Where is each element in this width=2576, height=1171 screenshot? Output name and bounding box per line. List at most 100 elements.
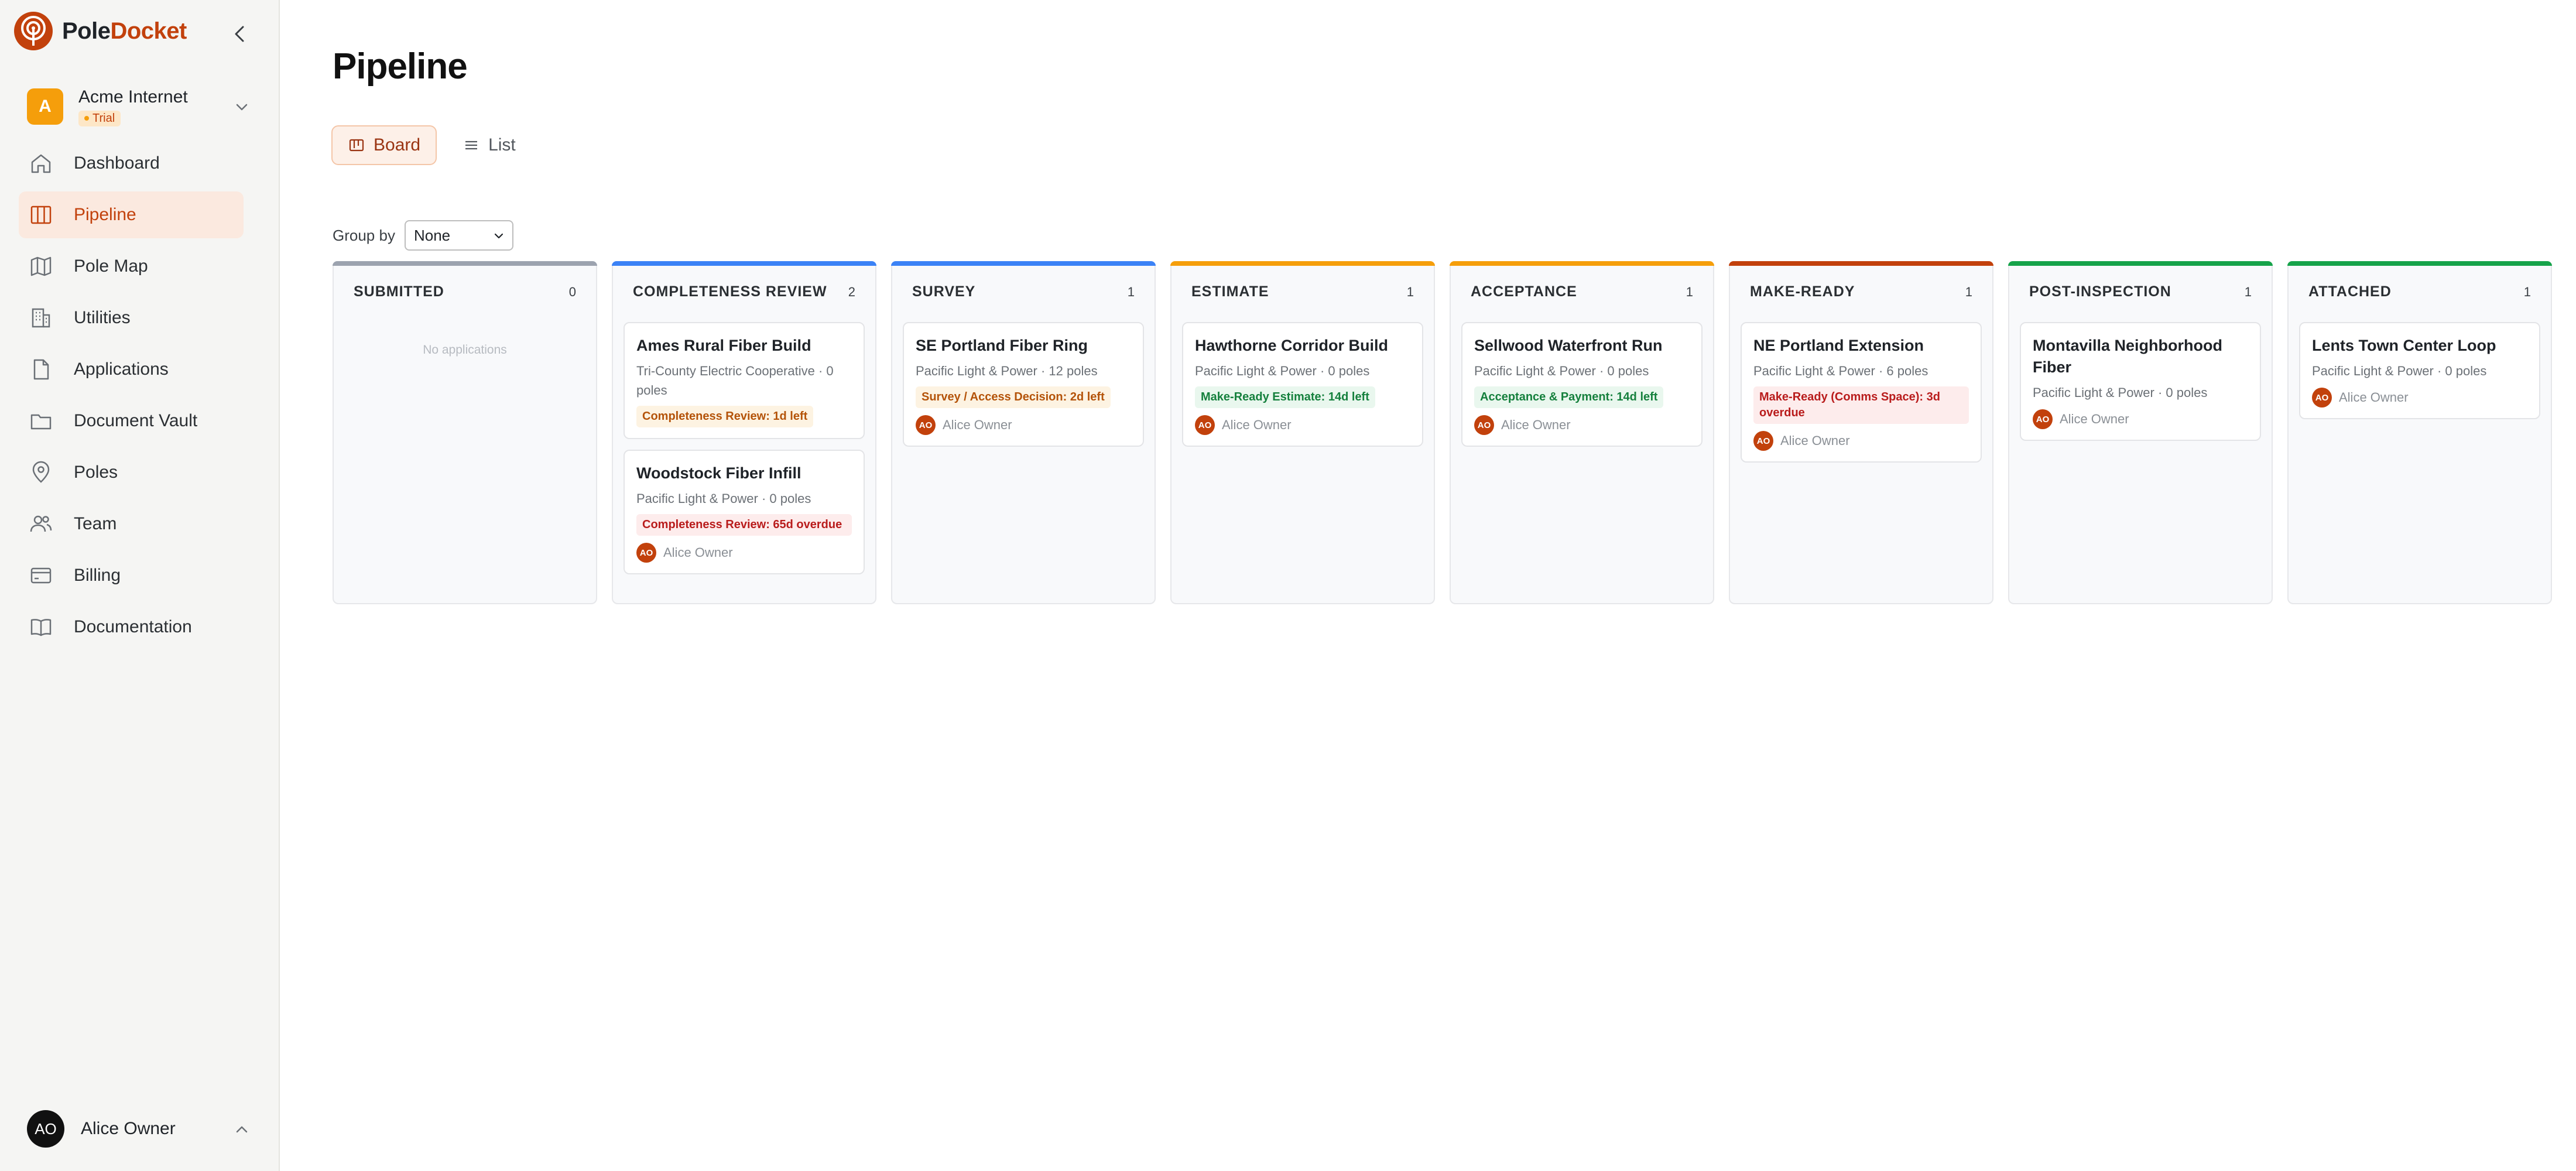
pipeline-column: MAKE-READY 1 NE Portland Extension Pacific … bbox=[1729, 261, 1993, 604]
column-header: ESTIMATE 1 bbox=[1191, 283, 1414, 300]
pipeline-column: ESTIMATE 1 Hawthorne Corridor Build Pacific… bbox=[1170, 261, 1435, 604]
card-list: Hawthorne Corridor Build Pacific Light & … bbox=[1182, 322, 1423, 457]
tab-list[interactable]: List bbox=[447, 125, 531, 165]
credit-card-icon bbox=[30, 567, 52, 584]
column-title: SUBMITTED bbox=[354, 283, 444, 300]
card-owner: AO Alice Owner bbox=[2312, 388, 2527, 408]
column-title: SURVEY bbox=[912, 283, 976, 300]
chevron-up-icon bbox=[236, 1126, 248, 1133]
column-header: SUBMITTED 0 bbox=[354, 283, 576, 300]
sidebar-item-documentation[interactable]: Documentation bbox=[19, 604, 244, 650]
avatar: AO bbox=[27, 1110, 64, 1148]
home-icon bbox=[31, 154, 51, 173]
owner-avatar: AO bbox=[636, 543, 656, 563]
column-count: 1 bbox=[1127, 284, 1135, 299]
column-count: 2 bbox=[848, 284, 855, 299]
sidebar-item-document-vault[interactable]: Document Vault bbox=[19, 398, 244, 444]
column-color-bar bbox=[891, 261, 1156, 266]
column-count: 0 bbox=[568, 284, 576, 299]
application-card[interactable]: NE Portland Extension Pacific Light & Pow… bbox=[1741, 322, 1982, 463]
card-owner: AO Alice Owner bbox=[636, 543, 852, 563]
card-owner: AO Alice Owner bbox=[1753, 431, 1969, 451]
sidebar-item-billing[interactable]: Billing bbox=[19, 552, 244, 599]
sidebar-item-poles[interactable]: Poles bbox=[19, 449, 244, 496]
card-meta: Pacific Light & Power · 0 poles bbox=[636, 491, 811, 506]
card-meta: Pacific Light & Power · 0 poles bbox=[1474, 364, 1649, 378]
location-pin-icon bbox=[32, 461, 50, 483]
column-color-bar bbox=[1170, 261, 1435, 266]
folder-icon bbox=[30, 414, 52, 430]
deadline-badge: Make-Ready Estimate: 14d left bbox=[1195, 386, 1375, 408]
card-meta: Pacific Light & Power · 6 poles bbox=[1753, 364, 1928, 378]
card-meta: Tri-County Electric Cooperative · 0 pole… bbox=[636, 364, 834, 398]
sidebar-item-team[interactable]: Team bbox=[19, 501, 244, 547]
collapse-sidebar-icon[interactable] bbox=[229, 23, 251, 44]
deadline-badge: Make-Ready (Comms Space): 3d overdue bbox=[1753, 386, 1969, 424]
sidebar-item-pole-map[interactable]: Pole Map bbox=[19, 243, 244, 290]
chevron-down-icon bbox=[236, 104, 248, 111]
deadline-badge: Completeness Review: 1d left bbox=[636, 406, 814, 427]
owner-avatar: AO bbox=[916, 415, 936, 435]
sidebar-item-dashboard[interactable]: Dashboard bbox=[19, 140, 244, 187]
column-header: ACCEPTANCE 1 bbox=[1471, 283, 1693, 300]
column-header: MAKE-READY 1 bbox=[1750, 283, 1972, 300]
file-icon bbox=[33, 359, 49, 380]
owner-avatar: AO bbox=[2033, 409, 2053, 429]
owner-name: Alice Owner bbox=[1222, 417, 1292, 432]
application-card[interactable]: Hawthorne Corridor Build Pacific Light & … bbox=[1182, 322, 1423, 447]
application-card[interactable]: Lents Town Center Loop Pacific Light & Po… bbox=[2299, 322, 2540, 419]
group-by-control: Group by None bbox=[333, 220, 513, 251]
deadline-badge: Survey / Access Decision: 2d left bbox=[916, 386, 1111, 408]
kanban-icon bbox=[349, 139, 364, 152]
column-count: 1 bbox=[1686, 284, 1693, 299]
card-list: NE Portland Extension Pacific Light & Pow… bbox=[1741, 322, 1982, 473]
org-switcher[interactable]: A Acme Internet Trial bbox=[27, 85, 252, 128]
sidebar-nav: Dashboard Pipeline Pole Map Utilities Ap… bbox=[19, 140, 244, 655]
users-icon bbox=[30, 515, 52, 532]
sidebar-item-applications[interactable]: Applications bbox=[19, 346, 244, 393]
column-color-bar bbox=[333, 261, 597, 266]
pipeline-column: COMPLETENESS REVIEW 2 Ames Rural Fiber Bui… bbox=[612, 261, 876, 604]
card-meta: Pacific Light & Power · 0 poles bbox=[2033, 385, 2208, 400]
application-card[interactable]: Ames Rural Fiber Build Tri-County Electri… bbox=[624, 322, 865, 439]
card-title: Woodstock Fiber Infill bbox=[636, 464, 801, 482]
card-meta: Pacific Light & Power · 0 poles bbox=[1195, 364, 1370, 378]
column-header: ATTACHED 1 bbox=[2308, 283, 2531, 300]
column-color-bar bbox=[1729, 261, 1993, 266]
columns-icon bbox=[30, 206, 52, 224]
sidebar-item-utilities[interactable]: Utilities bbox=[19, 295, 244, 341]
column-title: ACCEPTANCE bbox=[1471, 283, 1577, 300]
application-card[interactable]: SE Portland Fiber Ring Pacific Light & Po… bbox=[903, 322, 1144, 447]
deadline-badge: Completeness Review: 65d overdue bbox=[636, 514, 852, 536]
application-card[interactable]: Montavilla Neighborhood Fiber Pacific Lig… bbox=[2020, 322, 2261, 441]
org-avatar: A bbox=[27, 88, 63, 125]
owner-name: Alice Owner bbox=[2060, 412, 2129, 426]
book-icon bbox=[30, 619, 52, 636]
owner-name: Alice Owner bbox=[2339, 390, 2409, 405]
map-icon bbox=[30, 256, 52, 276]
owner-avatar: AO bbox=[1753, 431, 1773, 451]
user-menu[interactable]: AO Alice Owner bbox=[27, 1108, 252, 1150]
group-by-select[interactable]: None bbox=[404, 220, 513, 251]
application-card[interactable]: Woodstock Fiber Infill Pacific Light & Po… bbox=[624, 450, 865, 574]
pipeline-column: ATTACHED 1 Lents Town Center Loop Pacific L… bbox=[2287, 261, 2552, 604]
pipeline-column: SURVEY 1 SE Portland Fiber Ring Pacific Lig… bbox=[891, 261, 1156, 604]
card-owner: AO Alice Owner bbox=[1195, 415, 1410, 435]
column-header: SURVEY 1 bbox=[912, 283, 1135, 300]
owner-name: Alice Owner bbox=[1780, 433, 1850, 448]
brand[interactable]: PoleDocket bbox=[13, 11, 187, 52]
poledocket-logo-icon bbox=[14, 12, 53, 50]
column-count: 1 bbox=[1406, 284, 1414, 299]
column-color-bar bbox=[1450, 261, 1714, 266]
owner-avatar: AO bbox=[2312, 388, 2332, 408]
owner-name: Alice Owner bbox=[943, 417, 1012, 432]
sidebar-item-pipeline[interactable]: Pipeline bbox=[19, 191, 244, 238]
trial-badge: Trial bbox=[78, 110, 121, 126]
view-toggle: Board List bbox=[331, 125, 531, 165]
empty-column-text: No applications bbox=[423, 343, 507, 357]
application-card[interactable]: Sellwood Waterfront Run Pacific Light & P… bbox=[1461, 322, 1703, 447]
card-title: Sellwood Waterfront Run bbox=[1474, 337, 1663, 354]
tab-board[interactable]: Board bbox=[331, 125, 437, 165]
owner-avatar: AO bbox=[1195, 415, 1215, 435]
group-by-label: Group by bbox=[333, 226, 395, 244]
